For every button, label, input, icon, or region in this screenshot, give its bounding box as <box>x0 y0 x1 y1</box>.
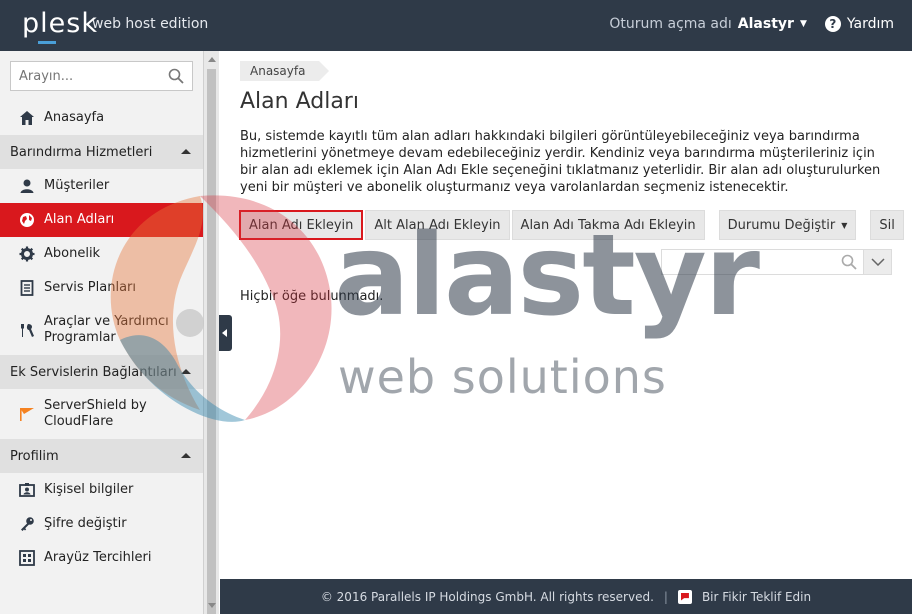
plesk-logo[interactable]: plesk <box>22 8 98 39</box>
chevron-down-icon[interactable]: ▼ <box>800 19 807 29</box>
collapse-up-icon[interactable] <box>181 149 191 154</box>
sidebar-item-tools[interactable]: Araçlar ve Yardımcı Programlar <box>0 305 203 355</box>
sidebar-scrollbar[interactable] <box>203 51 219 614</box>
section-label: Ek Servislerin Bağlantıları <box>10 364 177 380</box>
sidebar-item-domains[interactable]: Alan Adları <box>0 203 203 237</box>
globe-icon <box>18 211 36 229</box>
help-icon[interactable]: ? <box>824 16 841 32</box>
login-label: Oturum açma adı <box>609 16 732 32</box>
add-domain-button[interactable]: Alan Adı Ekleyin <box>239 210 364 240</box>
tools-label-line2: Programlar <box>44 330 116 345</box>
sidebar: Anasayfa Barındırma Hizmetleri Müşterile… <box>0 51 203 614</box>
sidebar-item-customers[interactable]: Müşteriler <box>0 169 203 203</box>
toolbar-gap <box>858 210 868 240</box>
document-list-icon <box>18 279 36 297</box>
sidebar-item-label: Arayüz Tercihleri <box>44 550 152 565</box>
username-menu[interactable]: Alastyr <box>738 16 794 32</box>
scroll-thumb[interactable] <box>207 69 216 614</box>
sidebar-item-service-plans[interactable]: Servis Planları <box>0 271 203 305</box>
search-icon[interactable] <box>841 254 857 270</box>
sidebar-item-label: Anasayfa <box>44 110 105 125</box>
sidebar-item-label: Servis Planları <box>44 280 136 295</box>
main-content: Anasayfa Alan Adları Bu, sistemde kayıtl… <box>220 51 912 579</box>
section-profile[interactable]: Profilim <box>0 439 203 473</box>
change-status-label: Durumu Değiştir <box>727 217 836 233</box>
sidebar-item-home[interactable]: Anasayfa <box>0 101 203 135</box>
page-title: Alan Adları <box>240 89 359 114</box>
sidebar-item-servershield[interactable]: ServerShield by CloudFlare <box>0 389 203 439</box>
tools-label-line1: Araçlar ve Yardımcı <box>44 314 169 329</box>
chevron-down-icon: ▼ <box>841 220 848 230</box>
servershield-label-line1: ServerShield by <box>44 398 147 413</box>
delete-button[interactable]: Sil <box>870 210 904 240</box>
copyright-text: © 2016 Parallels IP Holdings GmbH. All r… <box>320 589 654 604</box>
list-search-input[interactable] <box>661 249 863 275</box>
home-icon <box>18 109 36 127</box>
sidebar-item-label: Şifre değiştir <box>44 516 127 531</box>
sidebar-item-label: Abonelik <box>44 246 101 261</box>
collapse-up-icon[interactable] <box>181 453 191 458</box>
collapse-up-icon[interactable] <box>181 369 191 374</box>
tools-icon <box>18 321 36 339</box>
id-card-icon <box>18 481 36 499</box>
user-icon <box>18 177 36 195</box>
section-label: Profilim <box>10 448 59 464</box>
header-user-area: Oturum açma adı Alastyr ▼ ? Yardım <box>609 16 894 32</box>
sidebar-item-label: ServerShield by CloudFlare <box>44 398 147 430</box>
flag-icon <box>18 405 36 423</box>
grid-icon <box>18 549 36 567</box>
sidebar-item-label: Müşteriler <box>44 178 110 193</box>
breadcrumb[interactable]: Anasayfa <box>240 61 330 81</box>
logo-underline <box>38 41 56 44</box>
chevron-down-icon <box>871 258 885 266</box>
sidebar-item-change-password[interactable]: Şifre değiştir <box>0 507 203 541</box>
servershield-label-line2: CloudFlare <box>44 414 114 429</box>
feedback-link[interactable]: Bir Fikir Teklif Edin <box>702 590 811 604</box>
search-input[interactable] <box>11 62 161 90</box>
gear-icon <box>18 245 36 263</box>
sidebar-item-label: Kişisel bilgiler <box>44 482 134 497</box>
section-label: Barındırma Hizmetleri <box>10 144 153 160</box>
scroll-down-icon[interactable] <box>208 603 216 608</box>
section-hosting-services[interactable]: Barındırma Hizmetleri <box>0 135 203 169</box>
section-extra-services[interactable]: Ek Servislerin Bağlantıları <box>0 355 203 389</box>
change-status-button[interactable]: Durumu Değiştir ▼ <box>718 210 857 240</box>
add-domain-alias-button[interactable]: Alan Adı Takma Adı Ekleyin <box>511 210 705 240</box>
edition-label: web host edition <box>92 16 209 32</box>
sidebar-item-label: Alan Adları <box>44 212 115 227</box>
sidebar-item-interface-prefs[interactable]: Arayüz Tercihleri <box>0 541 203 575</box>
search-icon[interactable] <box>168 68 184 84</box>
footer: © 2016 Parallels IP Holdings GmbH. All r… <box>220 579 912 614</box>
key-icon <box>18 515 36 533</box>
scroll-up-icon[interactable] <box>208 57 216 62</box>
footer-separator: | <box>663 589 668 604</box>
help-link[interactable]: Yardım <box>847 16 894 32</box>
filter-toggle-button[interactable] <box>863 249 892 275</box>
sidebar-item-personal-info[interactable]: Kişisel bilgiler <box>0 473 203 507</box>
toolbar-gap <box>707 210 717 240</box>
empty-list-message: Hiçbir öğe bulunmadı. <box>240 289 384 304</box>
sidebar-item-subscriptions[interactable]: Abonelik <box>0 237 203 271</box>
page-description: Bu, sistemde kayıtlı tüm alan adları hak… <box>240 129 881 195</box>
add-subdomain-button[interactable]: Alt Alan Adı Ekleyin <box>365 210 510 240</box>
feedback-icon[interactable] <box>677 589 692 604</box>
action-toolbar: Alan Adı Ekleyin Alt Alan Adı Ekleyin Al… <box>239 210 904 240</box>
top-header: plesk web host edition Oturum açma adı A… <box>0 0 912 51</box>
sidebar-nav: Anasayfa Barındırma Hizmetleri Müşterile… <box>0 101 203 575</box>
sidebar-item-label: Araçlar ve Yardımcı Programlar <box>44 314 169 346</box>
sidebar-search <box>10 61 193 91</box>
